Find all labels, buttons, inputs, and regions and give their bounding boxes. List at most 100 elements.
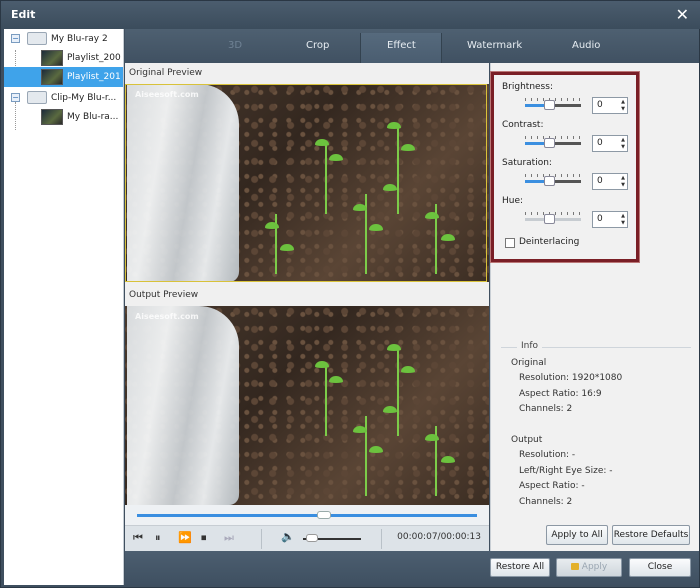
seek-track[interactable] xyxy=(137,514,477,517)
hue-spinbox[interactable]: 0 ▲ ▼ xyxy=(592,211,628,228)
fast-forward-icon[interactable]: ⏩ xyxy=(178,531,192,544)
info-title: Info xyxy=(517,341,543,351)
tree-node-clip[interactable]: Clip-My Blu-r... xyxy=(51,88,123,108)
apply-button-label: Apply xyxy=(581,562,608,572)
spin-up-icon[interactable]: ▲ xyxy=(621,137,625,143)
spin-down-icon[interactable]: ▼ xyxy=(621,220,625,226)
original-resolution: Resolution: 1920*1080 xyxy=(519,373,623,383)
window-title: Edit xyxy=(11,8,36,21)
seedling-leaf xyxy=(353,426,367,433)
spin-up-icon[interactable]: ▲ xyxy=(621,213,625,219)
close-icon[interactable]: ✕ xyxy=(676,5,689,24)
playlist-thumbnail xyxy=(41,50,63,66)
spin-down-icon[interactable]: ▼ xyxy=(621,144,625,150)
tree-connector xyxy=(15,102,16,130)
crop-frame xyxy=(125,84,487,282)
tree-node-label: My Blu-ra... xyxy=(67,112,119,122)
saturation-slider[interactable] xyxy=(525,174,581,187)
volume-icon[interactable]: 🔈 xyxy=(281,530,295,543)
slider-handle[interactable] xyxy=(544,138,555,148)
lock-icon xyxy=(570,563,579,570)
divider xyxy=(261,529,262,549)
playlist-thumbnail xyxy=(41,69,63,85)
tree-node-playlist-200[interactable]: Playlist_200 xyxy=(67,48,123,68)
seedling-leaf xyxy=(401,366,415,373)
tree-node-label: Playlist_201 xyxy=(67,72,121,82)
hue-value: 0 xyxy=(597,214,603,224)
tab-crop[interactable]: Crop xyxy=(306,40,329,51)
brightness-slider[interactable] xyxy=(525,98,581,111)
close-button[interactable]: Close xyxy=(629,558,691,577)
saturation-value: 0 xyxy=(597,176,603,186)
timecode: 00:00:07/00:00:13 xyxy=(397,532,481,542)
tab-effect[interactable]: Effect xyxy=(387,40,416,51)
output-heading: Output xyxy=(511,435,543,445)
contrast-label: Contrast: xyxy=(502,120,544,130)
tab-audio[interactable]: Audio xyxy=(572,40,600,51)
title-bar: Edit ✕ xyxy=(1,1,700,29)
original-preview-video[interactable]: Aiseesoft.com xyxy=(125,84,489,282)
source-tree: − My Blu-ray 2 Playlist_200 Playlist_201… xyxy=(4,29,124,585)
restore-all-button[interactable]: Restore All xyxy=(490,558,550,577)
slider-handle[interactable] xyxy=(544,176,555,186)
saturation-label: Saturation: xyxy=(502,158,552,168)
hue-slider[interactable] xyxy=(525,212,581,225)
output-aspect-ratio: Aspect Ratio: - xyxy=(519,481,585,491)
seek-handle[interactable] xyxy=(317,511,331,519)
tab-watermark[interactable]: Watermark xyxy=(467,40,522,51)
brightness-spinbox[interactable]: 0 ▲ ▼ xyxy=(592,97,628,114)
output-resolution: Resolution: - xyxy=(519,450,576,460)
apply-to-all-button[interactable]: Apply to All xyxy=(546,525,608,545)
spin-up-icon[interactable]: ▲ xyxy=(621,99,625,105)
original-aspect-ratio: Aspect Ratio: 16:9 xyxy=(519,389,602,399)
seedling-leaf xyxy=(329,376,343,383)
contrast-value: 0 xyxy=(597,138,603,148)
spin-down-icon[interactable]: ▼ xyxy=(621,106,625,112)
divider xyxy=(381,529,382,549)
tree-node-label: Clip-My Blu-r... xyxy=(51,93,117,103)
collapse-icon[interactable]: − xyxy=(11,93,20,102)
tree-node-label: Playlist_200 xyxy=(67,53,121,63)
next-frame-icon[interactable]: ⏭ xyxy=(224,531,234,545)
tree-node-blu-ray[interactable]: My Blu-ray 2 xyxy=(51,29,123,49)
video-plastic-sheet xyxy=(127,306,239,505)
brightness-label: Brightness: xyxy=(502,82,553,92)
tree-node-clip-title[interactable]: My Blu-ra... xyxy=(67,107,123,127)
original-heading: Original xyxy=(511,358,547,368)
skip-start-icon[interactable]: ⏮ xyxy=(133,531,143,545)
contrast-spinbox[interactable]: 0 ▲ ▼ xyxy=(592,135,628,152)
pause-icon[interactable]: ⏸ xyxy=(155,531,161,545)
tab-3d[interactable]: 3D xyxy=(228,40,242,51)
spin-up-icon[interactable]: ▲ xyxy=(621,175,625,181)
output-preview-video: Aiseesoft.com xyxy=(125,306,489,505)
slider-handle[interactable] xyxy=(544,214,555,224)
apply-button[interactable]: Apply xyxy=(556,558,622,577)
tree-node-playlist-201[interactable]: Playlist_201 xyxy=(4,67,123,87)
bottom-bar: Restore All Apply Close xyxy=(125,551,699,585)
saturation-spinbox[interactable]: 0 ▲ ▼ xyxy=(592,173,628,190)
effect-settings-box: Brightness: 0 ▲ ▼ Contrast: 0 ▲ ▼ Satura… xyxy=(491,72,639,262)
deinterlacing-checkbox[interactable] xyxy=(505,238,515,248)
effect-panel: Brightness: 0 ▲ ▼ Contrast: 0 ▲ ▼ Satura… xyxy=(490,63,699,551)
edit-window: Edit ✕ − My Blu-ray 2 Playlist_200 Playl… xyxy=(0,0,700,588)
restore-defaults-button[interactable]: Restore Defaults xyxy=(612,525,690,545)
contrast-slider[interactable] xyxy=(525,136,581,149)
slider-handle[interactable] xyxy=(544,100,555,110)
spin-down-icon[interactable]: ▼ xyxy=(621,182,625,188)
playback-controls: ⏮ ⏸ ⏩ ⏹ ⏭ 🔈 00:00:07/00:00:13 xyxy=(125,525,489,551)
deinterlacing-label: Deinterlacing xyxy=(519,237,580,247)
original-channels: Channels: 2 xyxy=(519,404,573,414)
seedling-leaf xyxy=(369,446,383,453)
preview-pane: Original Preview Aiseesoft.com Output Pr… xyxy=(125,63,489,505)
disc-icon xyxy=(27,32,47,45)
watermark-text: Aiseesoft.com xyxy=(135,312,199,321)
output-eye-size: Left/Right Eye Size: - xyxy=(519,466,613,476)
volume-handle[interactable] xyxy=(305,534,318,542)
seedling xyxy=(397,346,399,436)
tree-node-label: My Blu-ray 2 xyxy=(51,34,108,44)
seek-bar[interactable] xyxy=(125,505,489,525)
clip-thumbnail xyxy=(41,109,63,125)
seedling-leaf xyxy=(387,344,401,351)
collapse-icon[interactable]: − xyxy=(11,34,20,43)
stop-icon[interactable]: ⏹ xyxy=(201,531,207,545)
